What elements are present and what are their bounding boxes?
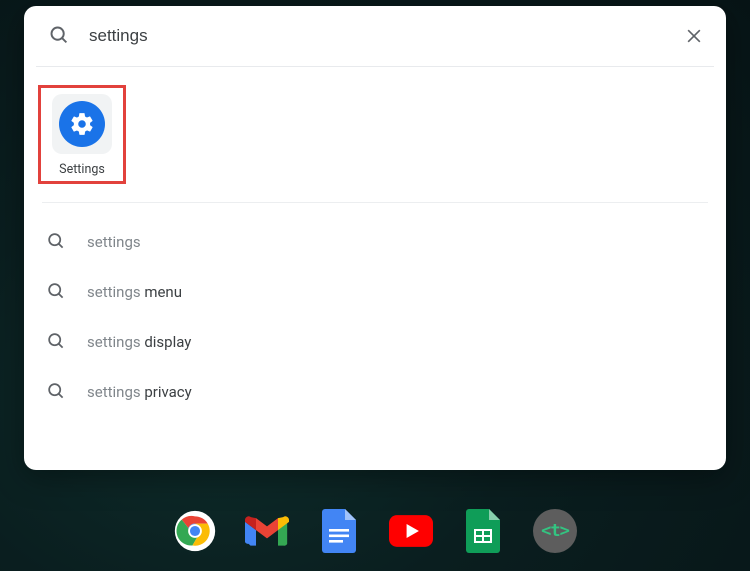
search-icon xyxy=(46,331,65,354)
search-icon xyxy=(46,381,65,404)
clear-search-button[interactable] xyxy=(682,24,706,48)
gmail-icon[interactable] xyxy=(245,509,289,553)
suggestion-item[interactable]: settings xyxy=(46,217,718,267)
app-result-label: Settings xyxy=(59,162,105,177)
suggestion-item[interactable]: settings display xyxy=(46,317,718,367)
chrome-icon[interactable] xyxy=(173,509,217,553)
app-result-settings[interactable]: Settings xyxy=(38,85,126,184)
textastic-icon[interactable]: <t> xyxy=(533,509,577,553)
settings-app-icon xyxy=(59,101,105,147)
suggestion-text: settings display xyxy=(87,333,191,351)
divider xyxy=(42,202,708,203)
suggestion-item[interactable]: settings menu xyxy=(46,267,718,317)
suggestion-text: settings menu xyxy=(87,283,182,301)
shelf: <t> xyxy=(0,491,750,571)
suggestion-list: settings settings menu settings display … xyxy=(24,209,726,417)
search-input[interactable] xyxy=(89,26,682,46)
youtube-icon[interactable] xyxy=(389,509,433,553)
app-results: Settings xyxy=(24,67,726,194)
docs-icon[interactable] xyxy=(317,509,361,553)
suggestion-text: settings xyxy=(87,233,141,251)
suggestion-text: settings privacy xyxy=(87,383,192,401)
settings-app-icon-bg xyxy=(52,94,112,154)
search-row xyxy=(24,6,726,66)
search-icon xyxy=(48,24,69,49)
textastic-icon-badge: <t> xyxy=(533,509,577,553)
launcher-panel: Settings settings settings menu settings… xyxy=(24,6,726,470)
search-icon xyxy=(46,231,65,254)
sheets-icon[interactable] xyxy=(461,509,505,553)
search-icon xyxy=(46,281,65,304)
suggestion-item[interactable]: settings privacy xyxy=(46,367,718,417)
